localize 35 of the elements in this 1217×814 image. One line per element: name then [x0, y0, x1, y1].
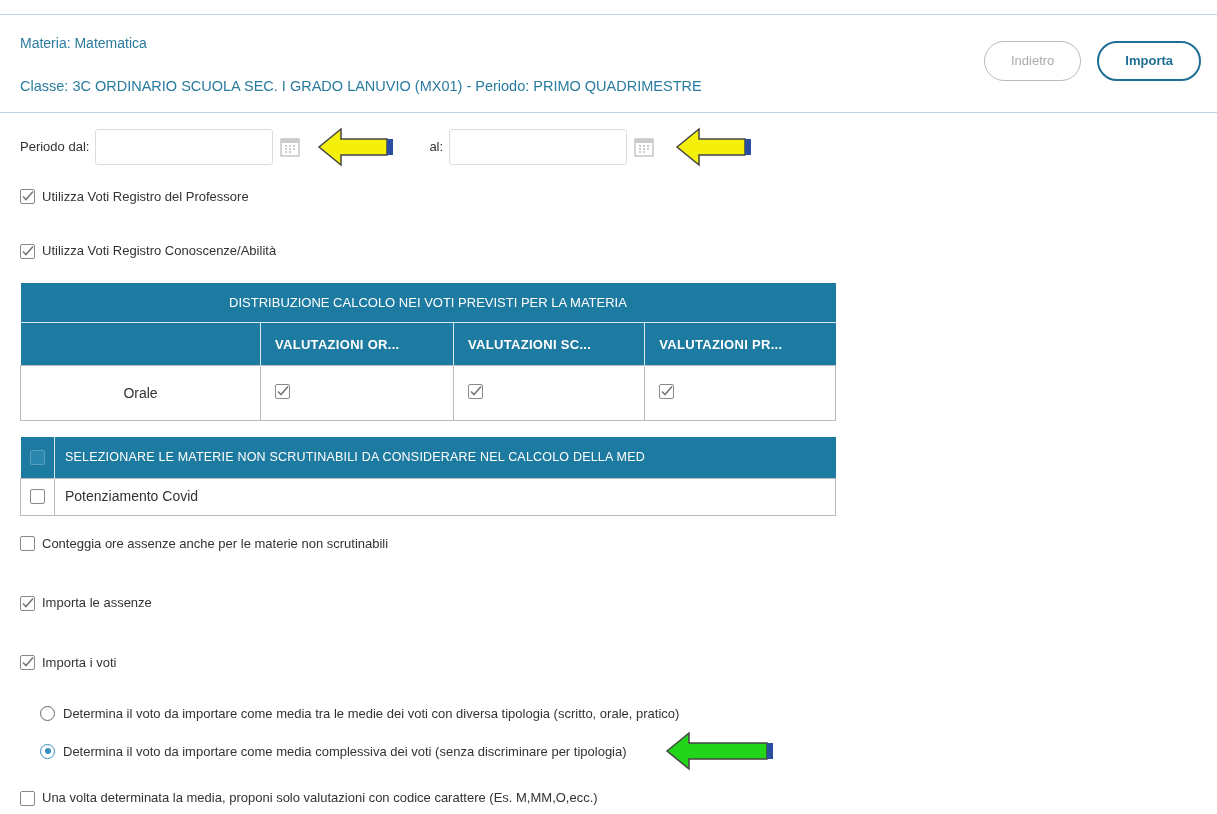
arrow-icon: [317, 126, 396, 167]
period-to-label: al:: [429, 138, 444, 156]
checkbox[interactable]: [20, 536, 35, 551]
checkbox[interactable]: [30, 489, 45, 505]
checkbox-label: Utilizza Voti Registro Conoscenze/Abilità: [42, 242, 277, 261]
arrow-icon: [675, 126, 754, 167]
arrow-icon: [664, 731, 775, 772]
period-from-label: Periodo dal:: [20, 138, 90, 156]
checkbox[interactable]: [20, 655, 35, 670]
class-period-line: Classe: 3C ORDINARIO SCUOLA SEC. I GRADO LANUVIO (MX01) - Periodo: PRIMO QUADRIMESTRE: [20, 77, 702, 96]
checkbox-label: Importa i voti: [42, 653, 117, 672]
date-to-field[interactable]: [449, 128, 628, 165]
checkbox[interactable]: [20, 790, 35, 806]
import-button[interactable]: Importa: [1097, 41, 1201, 81]
checkbox[interactable]: [29, 450, 45, 465]
checkbox[interactable]: [20, 189, 35, 204]
subject-title: Materia: Matematica: [20, 34, 148, 53]
column-header: VALUTAZIONI SC...: [453, 322, 645, 366]
checkbox[interactable]: [275, 383, 290, 399]
subject-name: Potenziamento Covid: [54, 478, 836, 516]
column-header: VALUTAZIONI PR...: [644, 322, 836, 366]
checkbox[interactable]: [20, 595, 35, 611]
radio-label: Determina il voto da importare come media tra le medie dei voti con diversa tipologia (scritto, orale, pratico): [63, 704, 680, 723]
column-header: VALUTAZIONI OR...: [260, 322, 454, 366]
row-label: Orale: [20, 365, 261, 421]
radio-label: Determina il voto da importare come media complessiva dei voti (senza discriminare per tipologia): [63, 742, 627, 761]
checkbox-label: Utilizza Voti Registro del Professore: [42, 187, 249, 206]
date-from-field[interactable]: [95, 128, 274, 165]
checkbox-label: Conteggia ore assenze anche per le materie non scrutinabili: [42, 534, 389, 553]
checkbox[interactable]: [20, 243, 35, 259]
checkbox-label: Una volta determinata la media, proponi solo valutazioni con codice carattere (Es. M,MM,O,ecc.): [42, 789, 598, 808]
checkbox-label: Importa le assenze: [42, 594, 152, 613]
checkbox[interactable]: [468, 383, 484, 399]
table-title: DISTRIBUZIONE CALCOLO NEI VOTI PREVISTI PER LA MATERIA: [20, 282, 836, 323]
checkbox[interactable]: [659, 383, 675, 399]
